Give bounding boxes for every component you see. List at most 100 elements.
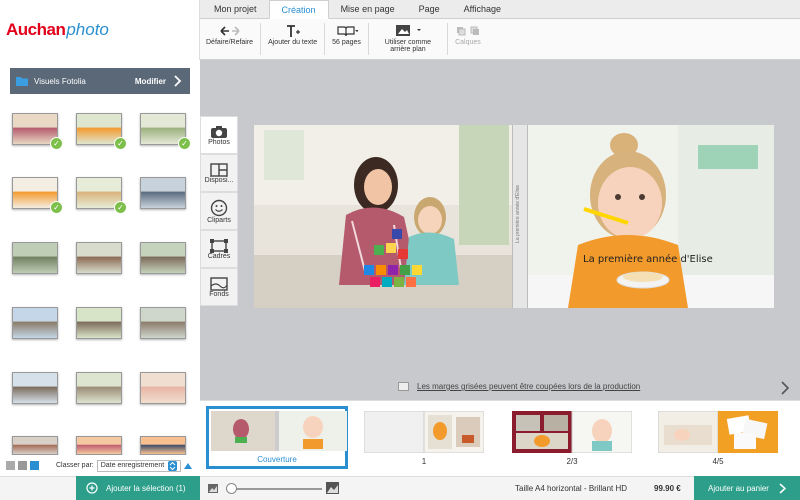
layout-icon <box>210 162 228 177</box>
checkmark-icon: ✓ <box>50 201 63 214</box>
modify-button[interactable]: Modifier <box>135 77 166 86</box>
side-toolbar: Photos Disposi... Cliparts Cadres Fonds <box>200 116 238 306</box>
page-label-1: 1 <box>421 457 427 466</box>
smiley-icon <box>210 199 228 216</box>
photo-thumbnail[interactable]: ✓ <box>12 113 63 150</box>
tool-layouts-label: Disposi... <box>204 176 234 184</box>
view-large-icon[interactable] <box>6 461 15 470</box>
zoom-in-icon[interactable] <box>326 482 339 494</box>
chevron-right-icon <box>781 381 790 395</box>
tool-backgrounds[interactable]: Fonds <box>200 268 238 306</box>
chevron-right-icon <box>174 75 182 87</box>
cover-back-photo[interactable] <box>254 125 512 308</box>
pages-dropdown[interactable]: 56 pages <box>328 19 365 59</box>
design-canvas: La première année d'Elise La première an… <box>238 60 800 400</box>
photo-thumbnail[interactable]: ✓ <box>12 177 63 214</box>
photo-thumbnail[interactable] <box>140 307 186 339</box>
add-to-cart-label: Ajouter au panier <box>708 483 769 493</box>
photo-thumbnail[interactable] <box>140 242 186 274</box>
tab-creation[interactable]: Création <box>268 0 329 19</box>
chevron-right-icon <box>779 482 786 494</box>
sort-label: Classer par: <box>56 462 94 469</box>
image-background-icon <box>395 25 421 36</box>
photo-thumbnail[interactable] <box>76 307 122 339</box>
undo-redo-icon <box>219 26 240 36</box>
margin-checkbox[interactable] <box>398 382 409 391</box>
photo-thumbnail[interactable] <box>76 242 122 274</box>
photo-thumbnail[interactable] <box>76 436 122 455</box>
tab-page[interactable]: Page <box>407 0 452 19</box>
page-thumb-4-5[interactable]: 4/5 <box>657 410 778 466</box>
tab-affichage[interactable]: Affichage <box>452 0 513 19</box>
layers-button[interactable]: Calques <box>451 19 485 59</box>
page-label-2-3: 2/3 <box>566 457 578 466</box>
add-selection-button[interactable]: Ajouter la sélection (1) <box>76 476 200 500</box>
tool-backgrounds-label: Fonds <box>209 290 229 298</box>
zoom-slider-track[interactable] <box>226 488 322 490</box>
add-to-cart-button[interactable]: Ajouter au panier <box>694 476 800 500</box>
tool-photos[interactable]: Photos <box>200 116 238 154</box>
tool-photos-label: Photos <box>208 138 230 146</box>
format-info: Taille A4 horizontal - Brillant HD <box>515 484 628 493</box>
book-spine[interactable]: La première année d'Elise <box>512 125 528 308</box>
page-thumb-cover[interactable]: Couverture <box>206 406 348 469</box>
photo-thumbnail[interactable] <box>12 242 58 274</box>
tab-mise-en-page[interactable]: Mise en page <box>329 0 407 19</box>
zoom-out-icon[interactable] <box>208 484 218 493</box>
margin-note: Les marges grisées peuvent être coupées … <box>398 382 640 391</box>
tool-frames-label: Cadres <box>207 252 231 260</box>
photo-thumbnail[interactable]: ✓ <box>76 177 127 214</box>
checkmark-icon: ✓ <box>114 137 127 150</box>
logo-product: photo <box>66 20 109 39</box>
page-label-4-5: 4/5 <box>712 457 724 466</box>
sort-bar: Classer par: Date enregistrement <box>0 455 200 476</box>
tab-mon-projet[interactable]: Mon projet <box>202 0 269 19</box>
main-tabs: Mon projet Création Mise en page Page Af… <box>200 0 800 19</box>
folder-name: Visuels Fotolia <box>34 76 86 86</box>
plus-circle-icon <box>86 482 98 494</box>
photo-thumbnail[interactable] <box>76 372 122 404</box>
layers-label: Calques <box>455 39 481 46</box>
layers-icon <box>456 26 479 36</box>
checkmark-icon: ✓ <box>178 137 191 150</box>
undo-redo-button[interactable]: Défaire/Refaire <box>202 19 257 59</box>
photo-thumbnail[interactable] <box>12 372 58 404</box>
undo-redo-label: Défaire/Refaire <box>206 39 254 46</box>
fotolia-folder-bar[interactable]: Visuels Fotolia Modifier <box>10 68 190 94</box>
cover-title-text[interactable]: La première année d'Elise <box>583 254 713 265</box>
sort-select[interactable]: Date enregistrement <box>96 459 182 472</box>
margin-note-text[interactable]: Les marges grisées peuvent être coupées … <box>417 382 640 391</box>
add-text-label: Ajouter du texte <box>268 39 318 46</box>
cover-front-photo[interactable] <box>528 125 774 308</box>
book-icon <box>336 26 358 37</box>
photo-thumbnail[interactable]: ✓ <box>76 113 127 150</box>
photo-thumbnail[interactable] <box>140 436 186 455</box>
tool-frames[interactable]: Cadres <box>200 230 238 268</box>
tool-layouts[interactable]: Disposi... <box>200 154 238 192</box>
add-text-button[interactable]: Ajouter du texte <box>264 19 321 59</box>
photo-thumbnail[interactable] <box>140 177 186 209</box>
view-medium-icon[interactable] <box>18 461 27 470</box>
photo-thumbnail[interactable]: ✓ <box>140 113 191 150</box>
spine-text: La première année d'Elise <box>515 185 521 243</box>
photo-thumbnail[interactable] <box>140 372 186 404</box>
add-text-icon <box>286 25 300 37</box>
photo-thumbnail[interactable] <box>12 436 58 455</box>
view-small-icon[interactable] <box>30 461 39 470</box>
frame-icon <box>210 238 228 253</box>
use-as-background-button[interactable]: Utiliser comme arrière plan <box>372 19 444 59</box>
pages-label: 56 pages <box>332 39 361 46</box>
sort-value: Date enregistrement <box>100 462 165 469</box>
background-icon <box>210 276 228 291</box>
photo-thumbnail[interactable] <box>12 307 58 339</box>
select-arrows-icon <box>168 460 178 471</box>
camera-icon <box>211 125 227 138</box>
sort-direction-icon[interactable] <box>184 462 193 469</box>
folder-icon <box>16 77 28 86</box>
page-thumb-2-3[interactable]: 2/3 <box>512 410 633 466</box>
checkmark-icon: ✓ <box>50 137 63 150</box>
page-thumb-1[interactable]: 1 <box>363 410 485 466</box>
zoom-slider-handle[interactable] <box>226 483 237 494</box>
next-page-arrow[interactable] <box>780 380 790 401</box>
tool-cliparts[interactable]: Cliparts <box>200 192 238 230</box>
